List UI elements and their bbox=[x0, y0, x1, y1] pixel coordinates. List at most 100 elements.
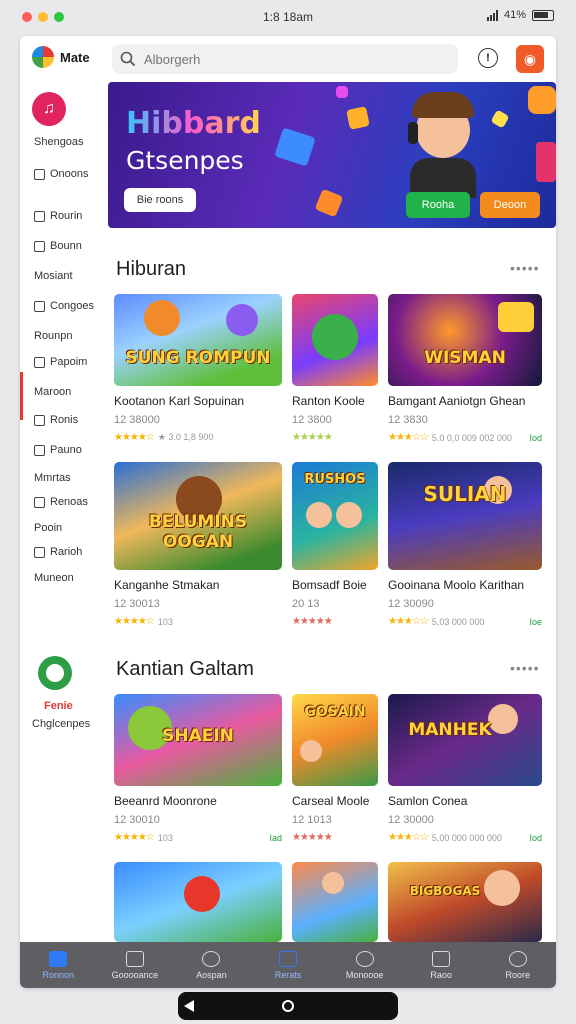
cube-decoration bbox=[536, 142, 556, 182]
music-avatar-icon[interactable]: ♫ bbox=[32, 92, 66, 126]
game-card[interactable]: SUNG ROMPUN Kootanon Karl Sopuinan 12 38… bbox=[114, 294, 282, 443]
sidebar-item[interactable]: Rarioh bbox=[34, 546, 82, 558]
banner-subtitle: Gtsenpes bbox=[126, 146, 244, 175]
banner-pill-button[interactable]: Bie roons bbox=[124, 188, 196, 212]
back-icon[interactable] bbox=[184, 1000, 194, 1012]
cube-decoration bbox=[490, 109, 510, 129]
eye-icon[interactable]: ◉ bbox=[516, 45, 544, 73]
system-nav-bar bbox=[178, 992, 398, 1020]
sidebar-brand-sub: Chglcenpes bbox=[32, 718, 91, 730]
game-title: Samlon Conea bbox=[388, 794, 468, 808]
battery-percent: 41% bbox=[503, 9, 526, 21]
game-thumbnail: SUNG ROMPUN bbox=[114, 294, 282, 386]
chat-icon[interactable] bbox=[38, 656, 72, 690]
game-title: Beeanrd Moonrone bbox=[114, 794, 217, 808]
banner-title: Hibbard bbox=[126, 106, 261, 141]
game-thumbnail: SHAEIN bbox=[114, 694, 282, 786]
games-icon bbox=[125, 950, 144, 967]
game-downloads: 12 30013 bbox=[114, 598, 160, 610]
banner-orange-button[interactable]: Deoon bbox=[480, 192, 540, 218]
nav-library[interactable]: Rerats bbox=[250, 942, 327, 988]
nav-apps[interactable]: Raoo bbox=[403, 942, 480, 988]
search-input[interactable] bbox=[144, 51, 444, 67]
sidebar-item[interactable]: Renoas bbox=[34, 496, 88, 508]
cube-decoration bbox=[314, 188, 344, 218]
tag-icon bbox=[34, 356, 45, 368]
section-title: Hiburan bbox=[116, 258, 187, 280]
game-card[interactable]: Ranton Koole 12 3800 ★★★★★ bbox=[292, 294, 378, 443]
sidebar-item[interactable]: Ronis bbox=[34, 414, 78, 426]
get-badge[interactable]: Iad bbox=[269, 833, 282, 843]
sidebar-item[interactable]: Onoons bbox=[34, 168, 89, 180]
app-window: Mate ! ◉ ♫ Shengoas Onoons Rourin Bounn … bbox=[20, 36, 556, 988]
gamepad-icon bbox=[34, 300, 45, 312]
rating-stars-icon: ★★★★★ bbox=[292, 432, 333, 443]
nav-home[interactable]: Ronnon bbox=[20, 942, 97, 988]
game-thumbnail: SULIAN bbox=[388, 462, 542, 570]
sidebar-item[interactable]: Muneon bbox=[34, 572, 74, 584]
mascot-character bbox=[408, 88, 478, 198]
list-icon bbox=[34, 210, 45, 222]
settings-icon bbox=[34, 546, 45, 558]
game-card[interactable]: RUSHOS Bomsadf Boie 20 13 ★★★★★ bbox=[292, 462, 378, 627]
apps-icon bbox=[432, 950, 451, 967]
hero-banner[interactable]: Hibbard Gtsenpes Bie roons Rooha Deoon bbox=[108, 82, 556, 228]
sidebar-item[interactable]: Bounn bbox=[34, 240, 82, 252]
game-card[interactable]: SULIAN Gooinana Moolo Karithan 12 30090 … bbox=[388, 462, 542, 627]
sidebar-item[interactable]: Mosiant bbox=[34, 270, 73, 282]
cube-decoration bbox=[528, 86, 556, 114]
sidebar-item[interactable]: Congoes bbox=[34, 300, 94, 312]
sidebar-item[interactable]: Mmrtas bbox=[34, 472, 71, 484]
game-card[interactable]: BELUMINS OOGAN Kanganhe Stmakan 12 30013… bbox=[114, 462, 282, 627]
game-card[interactable] bbox=[292, 862, 378, 942]
game-card[interactable]: BIGBOGAS bbox=[388, 862, 542, 942]
get-badge[interactable]: Ioe bbox=[529, 617, 542, 627]
section-title: Kantian Galtam bbox=[116, 658, 254, 680]
game-card[interactable]: WISMAN Bamgant Aaniotgn Ghean 12 3830 ★★… bbox=[388, 294, 542, 443]
nav-profile[interactable]: Roore bbox=[479, 942, 556, 988]
sidebar-item[interactable]: Rourin bbox=[34, 210, 82, 222]
cube-decoration bbox=[346, 106, 370, 130]
info-icon[interactable]: ! bbox=[478, 48, 498, 68]
search-icon bbox=[355, 950, 374, 967]
sidebar-item[interactable]: Pauno bbox=[34, 444, 82, 456]
get-badge[interactable]: Iod bbox=[529, 833, 542, 843]
game-rating: ★★★★★ bbox=[292, 832, 378, 843]
sidebar-active-indicator bbox=[20, 372, 23, 420]
sidebar-item[interactable]: Papoim bbox=[34, 356, 87, 368]
rating-stars-icon: ★★★☆☆ bbox=[388, 832, 429, 843]
game-card[interactable]: GOSAIN Carseal Moole 12 1013 ★★★★★ bbox=[292, 694, 378, 843]
app-logo[interactable]: Mate bbox=[32, 46, 90, 68]
game-thumbnail: GOSAIN bbox=[292, 694, 378, 786]
game-downloads: 12 30000 bbox=[388, 814, 434, 826]
chart-icon bbox=[34, 414, 45, 426]
top-bar: Mate ! ◉ bbox=[20, 36, 556, 82]
nav-games[interactable]: Gooooance bbox=[97, 942, 174, 988]
game-card[interactable]: SHAEIN Beeanrd Moonrone 12 30010 ★★★★☆ 10… bbox=[114, 694, 282, 843]
more-icon[interactable]: ••••• bbox=[510, 660, 540, 676]
game-title: Carseal Moole bbox=[292, 794, 370, 808]
game-card[interactable]: MANHEK Samlon Conea 12 30000 ★★★☆☆ 5,00 0… bbox=[388, 694, 542, 843]
sidebar-item[interactable]: Maroon bbox=[34, 386, 71, 398]
search-bar[interactable] bbox=[112, 44, 458, 74]
nav-search[interactable]: Monoooe bbox=[326, 942, 403, 988]
game-rating: ★★★☆☆ 5,03 000 000 Ioe bbox=[388, 616, 542, 627]
game-card[interactable] bbox=[114, 862, 282, 942]
banner-green-button[interactable]: Rooha bbox=[406, 192, 470, 218]
more-icon[interactable]: ••••• bbox=[510, 260, 540, 276]
sidebar-item-active[interactable]: Rounpn bbox=[34, 330, 73, 342]
sidebar-item[interactable]: Pooin bbox=[34, 522, 62, 534]
game-rating: ★★★★★ bbox=[292, 432, 378, 443]
signal-icon bbox=[486, 9, 498, 21]
star-icon bbox=[34, 444, 45, 456]
cube-decoration bbox=[274, 127, 316, 167]
rating-stars-icon: ★★★☆☆ bbox=[388, 432, 429, 443]
get-badge[interactable]: Iod bbox=[529, 433, 542, 443]
nav-discover[interactable]: Aospan bbox=[173, 942, 250, 988]
game-title: Bamgant Aaniotgn Ghean bbox=[388, 394, 526, 408]
app-name: Mate bbox=[60, 49, 90, 65]
home-button-icon[interactable] bbox=[282, 1000, 294, 1012]
cube-decoration bbox=[336, 86, 348, 98]
game-downloads: 12 3830 bbox=[388, 414, 428, 426]
game-downloads: 12 30090 bbox=[388, 598, 434, 610]
